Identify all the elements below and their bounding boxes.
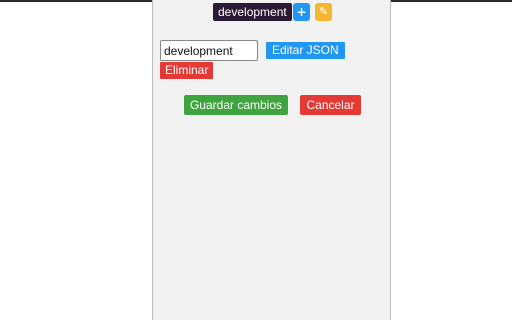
edit-json-button[interactable]: Editar JSON <box>266 42 345 59</box>
cancel-button[interactable]: Cancelar <box>300 95 361 115</box>
environment-badge[interactable]: development <box>213 3 292 21</box>
environment-panel: development + ✎ Editar JSON Eliminar Gua… <box>152 0 391 320</box>
plus-icon: + <box>296 5 307 19</box>
environment-name-input[interactable] <box>160 40 258 61</box>
edit-environment-button[interactable]: ✎ <box>315 3 332 21</box>
add-environment-button[interactable]: + <box>293 3 310 21</box>
delete-button[interactable]: Eliminar <box>160 62 214 79</box>
pencil-icon: ✎ <box>318 5 329 18</box>
save-changes-button[interactable]: Guardar cambios <box>184 95 288 115</box>
